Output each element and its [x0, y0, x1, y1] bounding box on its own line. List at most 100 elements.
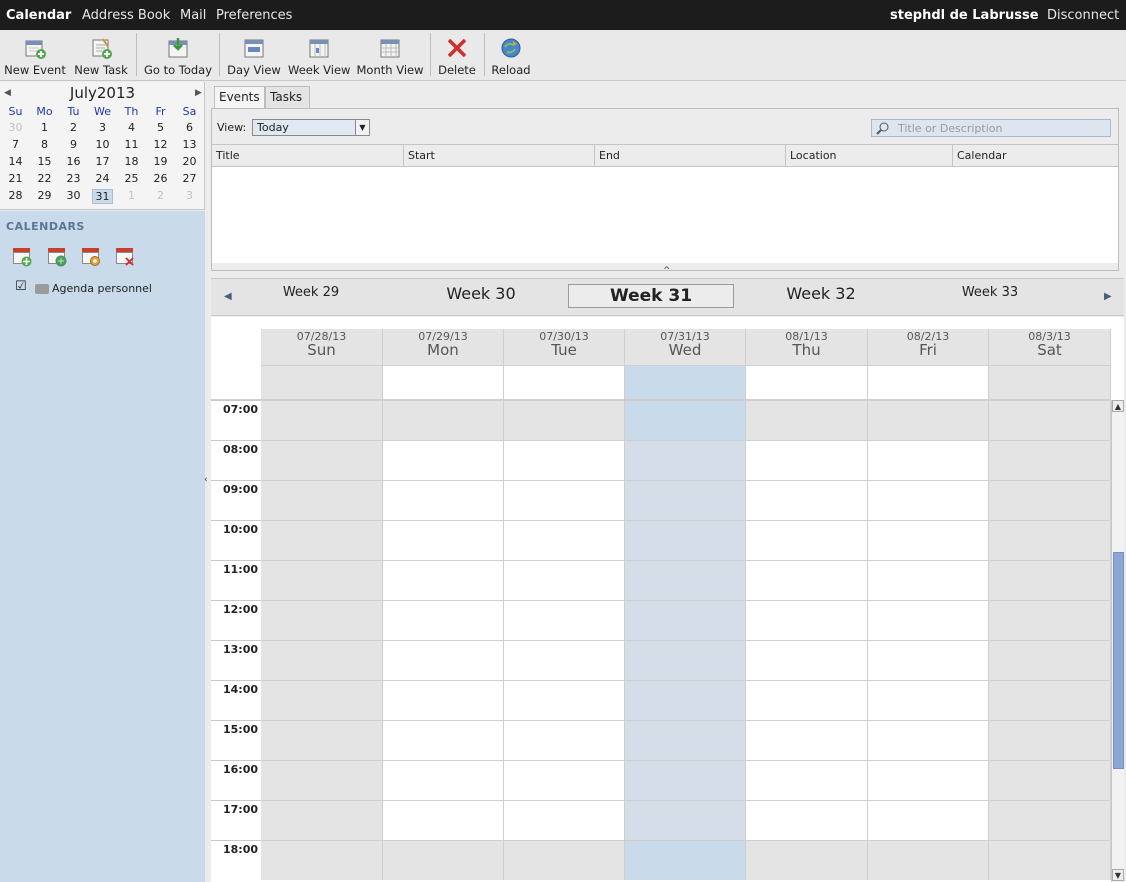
time-slot[interactable]: [383, 480, 504, 520]
week-30-link[interactable]: Week 30: [431, 284, 531, 303]
time-slot[interactable]: [261, 400, 383, 440]
mini-calendar-day[interactable]: 1: [117, 189, 146, 202]
mini-calendar-day[interactable]: 24: [88, 172, 117, 185]
calendar-properties-icon[interactable]: [81, 248, 101, 266]
time-slot[interactable]: [746, 480, 868, 520]
time-slot[interactable]: [868, 440, 989, 480]
time-slot[interactable]: [504, 840, 625, 880]
reload-button[interactable]: Reload: [489, 30, 533, 80]
time-slot[interactable]: [504, 600, 625, 640]
all-day-cell[interactable]: [383, 365, 504, 400]
time-slot[interactable]: [625, 680, 746, 720]
time-slot[interactable]: [868, 800, 989, 840]
mini-calendar-day[interactable]: 25: [117, 172, 146, 185]
prev-week-arrow[interactable]: ◀: [224, 291, 232, 302]
time-slot[interactable]: [989, 400, 1111, 440]
mini-calendar-day[interactable]: 16: [59, 155, 88, 168]
time-slot[interactable]: [625, 520, 746, 560]
next-month-arrow[interactable]: ▶: [195, 88, 202, 98]
mini-calendar-day[interactable]: 20: [175, 155, 204, 168]
mini-calendar-day[interactable]: 21: [1, 172, 30, 185]
time-slot[interactable]: [261, 680, 383, 720]
time-slot[interactable]: [989, 440, 1111, 480]
panel-resize-handle[interactable]: ^: [663, 266, 671, 276]
mini-calendar-day[interactable]: 5: [146, 121, 175, 134]
time-slot[interactable]: [383, 640, 504, 680]
add-calendar-icon[interactable]: [12, 248, 32, 267]
time-slot[interactable]: [746, 560, 868, 600]
delete-button[interactable]: Delete: [434, 30, 480, 80]
time-slot[interactable]: [383, 720, 504, 760]
mini-calendar-day[interactable]: 14: [1, 155, 30, 168]
day-header-fri[interactable]: 08/2/13 Fri: [868, 329, 989, 365]
time-slot[interactable]: [504, 680, 625, 720]
vertical-scrollbar[interactable]: ▲ ▼: [1111, 400, 1124, 882]
time-slot[interactable]: [989, 800, 1111, 840]
scroll-up-arrow[interactable]: ▲: [1112, 400, 1124, 412]
go-to-today-button[interactable]: Go to Today: [142, 30, 214, 80]
mini-calendar-day[interactable]: 4: [117, 121, 146, 134]
time-slot[interactable]: [261, 720, 383, 760]
view-filter-select[interactable]: Today ▼: [252, 119, 370, 136]
time-slot[interactable]: [746, 520, 868, 560]
menu-preferences[interactable]: Preferences: [216, 8, 292, 23]
time-slot[interactable]: [989, 840, 1111, 880]
time-slot[interactable]: [504, 440, 625, 480]
week-33-link[interactable]: Week 33: [945, 285, 1035, 300]
new-event-button[interactable]: New Event: [2, 30, 68, 80]
time-slot[interactable]: [868, 720, 989, 760]
mini-calendar-day[interactable]: 2: [59, 121, 88, 134]
day-header-mon[interactable]: 07/29/13 Mon: [383, 329, 504, 365]
mini-calendar-day[interactable]: 19: [146, 155, 175, 168]
week-view-button[interactable]: Week View: [288, 30, 350, 80]
time-slot[interactable]: [504, 640, 625, 680]
mini-calendar-day[interactable]: 8: [30, 138, 59, 151]
time-slot[interactable]: [261, 640, 383, 680]
time-slot[interactable]: [504, 400, 625, 440]
time-slot[interactable]: [989, 680, 1111, 720]
time-slot[interactable]: [746, 600, 868, 640]
all-day-cell[interactable]: [989, 365, 1111, 400]
mini-calendar-day[interactable]: 31: [92, 189, 113, 204]
time-slot[interactable]: [261, 480, 383, 520]
time-slot[interactable]: [625, 840, 746, 880]
time-slot[interactable]: [989, 760, 1111, 800]
mini-calendar-day[interactable]: 15: [30, 155, 59, 168]
disconnect-link[interactable]: Disconnect: [1047, 8, 1119, 23]
week-29-link[interactable]: Week 29: [266, 285, 356, 300]
day-header-sun[interactable]: 07/28/13 Sun: [261, 329, 383, 365]
time-slot[interactable]: [746, 440, 868, 480]
time-slot[interactable]: [989, 480, 1111, 520]
time-slot[interactable]: [383, 840, 504, 880]
year-label[interactable]: 2013: [97, 84, 135, 102]
time-slot[interactable]: [625, 480, 746, 520]
time-slot[interactable]: [261, 840, 383, 880]
time-slot[interactable]: [625, 440, 746, 480]
next-week-arrow[interactable]: ▶: [1104, 291, 1112, 302]
time-slot[interactable]: [868, 520, 989, 560]
time-slot[interactable]: [868, 560, 989, 600]
mini-calendar-day[interactable]: 10: [88, 138, 117, 151]
mini-calendar-day[interactable]: 30: [59, 189, 88, 202]
mini-calendar-day[interactable]: 27: [175, 172, 204, 185]
time-slot[interactable]: [625, 800, 746, 840]
time-slot[interactable]: [746, 640, 868, 680]
time-slot[interactable]: [868, 480, 989, 520]
column-title[interactable]: Title: [212, 145, 404, 166]
time-slot[interactable]: [625, 600, 746, 640]
time-slot[interactable]: [383, 680, 504, 720]
mini-calendar-day[interactable]: 9: [59, 138, 88, 151]
event-list-body[interactable]: [212, 167, 1118, 263]
time-slot[interactable]: [625, 400, 746, 440]
time-slot[interactable]: [383, 440, 504, 480]
time-slot[interactable]: [504, 560, 625, 600]
mini-calendar-day[interactable]: 17: [88, 155, 117, 168]
time-slot[interactable]: [989, 720, 1111, 760]
time-slot[interactable]: [261, 560, 383, 600]
time-slot[interactable]: [868, 400, 989, 440]
menu-address-book[interactable]: Address Book: [82, 8, 170, 23]
calendar-name-agenda-personnel[interactable]: Agenda personnel: [52, 282, 152, 295]
mini-calendar-day[interactable]: 23: [59, 172, 88, 185]
day-header-thu[interactable]: 08/1/13 Thu: [746, 329, 868, 365]
time-slot[interactable]: [504, 800, 625, 840]
